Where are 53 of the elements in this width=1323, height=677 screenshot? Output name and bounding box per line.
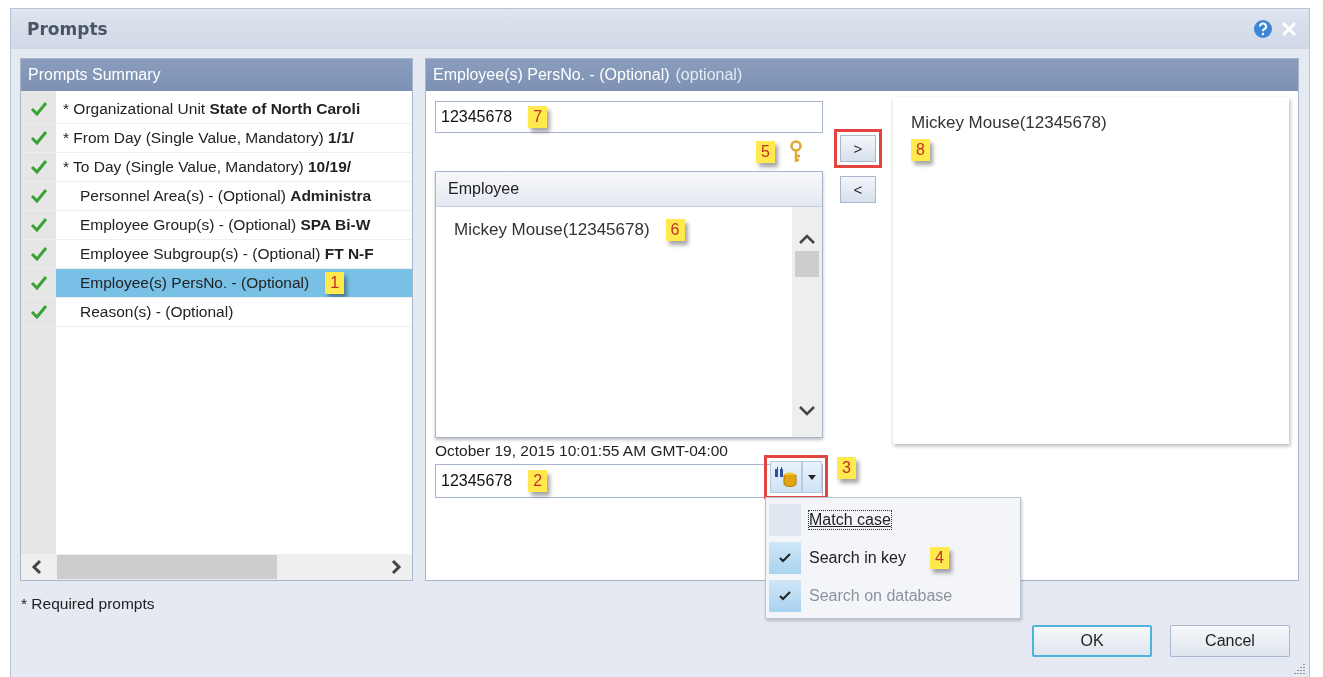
menu-item[interactable]: Search in key 4 bbox=[769, 539, 1017, 577]
caret-icon bbox=[808, 474, 816, 480]
binoculars-database-icon bbox=[773, 465, 799, 489]
dialog-button[interactable]: OK bbox=[1032, 625, 1152, 657]
search-button[interactable] bbox=[770, 461, 802, 493]
callout-badge: 3 bbox=[837, 457, 856, 479]
optional-hint: (optional) bbox=[675, 66, 743, 84]
panel-title: Prompts Summary bbox=[28, 66, 161, 84]
prompt-label: Personnel Area(s) - (Optional) Administra bbox=[79, 187, 372, 205]
prompt-label: Employee(s) PersNo. - (Optional) bbox=[79, 274, 310, 292]
menu-item[interactable]: Match case bbox=[769, 501, 1017, 539]
prompt-label: Reason(s) - (Optional) bbox=[79, 303, 234, 321]
check-icon bbox=[779, 553, 791, 563]
scrollbar-thumb[interactable] bbox=[795, 251, 819, 277]
list-item[interactable]: Mickey Mouse(12345678) bbox=[911, 113, 1107, 133]
prompt-label: * To Day (Single Value, Mandatory) 10/19/ bbox=[62, 158, 352, 176]
timestamp: October 19, 2015 10:01:55 AM GMT-04:00 bbox=[435, 442, 729, 460]
prompt-label: Employee Group(s) - (Optional) SPA Bi-W bbox=[79, 216, 371, 234]
dropdown-button[interactable] bbox=[802, 461, 822, 493]
callout-badge: 1 bbox=[325, 272, 345, 294]
callout-badge: 2 bbox=[528, 470, 548, 492]
scrollbar-thumb[interactable] bbox=[57, 555, 277, 579]
prompt-label: * From Day (Single Value, Mandatory) 1/1/ bbox=[62, 129, 354, 147]
menu-checkbox[interactable] bbox=[769, 542, 801, 574]
filter-field[interactable]: 12345678 7 bbox=[435, 101, 823, 133]
summary-item[interactable]: * From Day (Single Value, Mandatory) 1/1/ bbox=[21, 124, 412, 153]
summary-item[interactable]: * To Day (Single Value, Mandatory) 10/19/ bbox=[21, 153, 412, 182]
callout-badge: 6 bbox=[665, 219, 685, 241]
summary-item[interactable]: Employee(s) PersNo. - (Optional) 1 bbox=[21, 269, 412, 298]
resize-grip-icon[interactable] bbox=[1294, 662, 1306, 674]
vertical-scrollbar[interactable] bbox=[792, 207, 822, 437]
dialog-button[interactable]: Cancel bbox=[1170, 625, 1290, 657]
summary-item[interactable]: Employee Subgroup(s) - (Optional) FT N-F bbox=[21, 240, 412, 269]
summary-item[interactable]: Employee Group(s) - (Optional) SPA Bi-W bbox=[21, 211, 412, 240]
prompt-label: Employee Subgroup(s) - (Optional) FT N-F bbox=[79, 245, 374, 263]
key-icon[interactable] bbox=[789, 140, 803, 164]
callout-badge: 5 bbox=[756, 141, 775, 163]
callout-badge: 4 bbox=[929, 547, 949, 569]
panel-title: Employee(s) PersNo. - (Optional) bbox=[433, 66, 670, 84]
prompt-label: * Organizational Unit State of North Caroli bbox=[62, 100, 361, 118]
callout-badge: 7 bbox=[528, 106, 548, 128]
help-icon[interactable] bbox=[1253, 19, 1273, 39]
summary-item[interactable]: * Organizational Unit State of North Caroli bbox=[21, 95, 412, 124]
column-header: Employee bbox=[436, 172, 822, 207]
add-button[interactable]: > bbox=[834, 129, 882, 168]
required-note: * Required prompts bbox=[21, 595, 155, 613]
summary-item[interactable]: Personnel Area(s) - (Optional) Administra bbox=[21, 182, 412, 211]
list-item[interactable]: Mickey Mouse(12345678) bbox=[454, 219, 650, 239]
check-icon bbox=[779, 591, 791, 601]
summary-item[interactable]: Reason(s) - (Optional) bbox=[21, 298, 412, 327]
window-title: Prompts bbox=[27, 19, 109, 39]
callout-badge: 8 bbox=[911, 139, 930, 161]
horizontal-scrollbar[interactable] bbox=[21, 554, 412, 580]
